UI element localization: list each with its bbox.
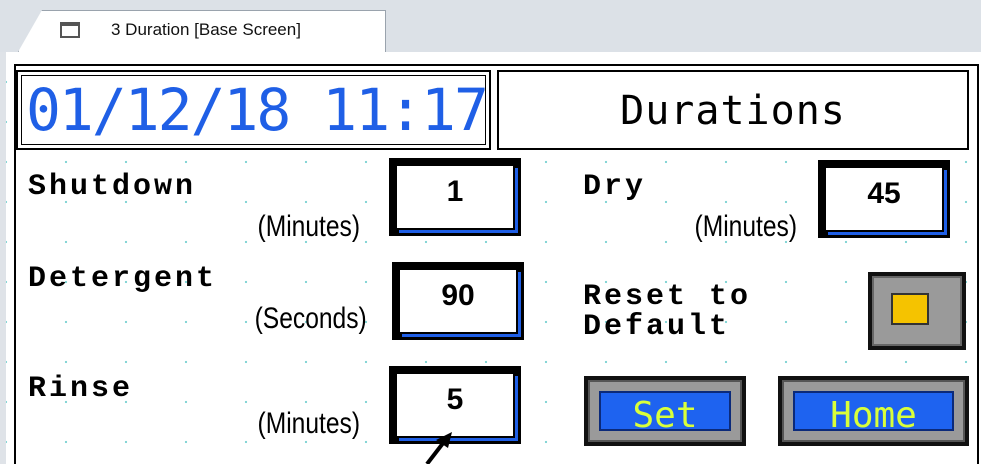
dry-value: 45 — [867, 177, 901, 210]
reset-to-default-button[interactable] — [868, 272, 966, 350]
tab-label: 3 Duration [Base Screen] — [111, 20, 301, 39]
dry-label: Dry — [583, 170, 647, 204]
dry-input[interactable]: 45 — [818, 160, 950, 238]
detergent-input[interactable]: 90 — [392, 262, 524, 340]
set-button-label: Set — [632, 395, 698, 436]
title-box: Durations — [497, 70, 969, 150]
home-button-label: Home — [830, 395, 917, 436]
datetime-text: 01/12/18 11:17 — [26, 76, 489, 144]
detergent-label: Detergent — [28, 262, 218, 296]
rinse-value: 5 — [446, 383, 464, 416]
rinse-input[interactable]: 5 — [389, 366, 521, 444]
reset-label-line1: Reset to — [583, 280, 752, 314]
rinse-label: Rinse — [28, 372, 134, 406]
shutdown-value: 1 — [446, 175, 464, 208]
detergent-value: 90 — [441, 279, 475, 312]
shutdown-label: Shutdown — [28, 170, 197, 204]
window-icon — [60, 22, 80, 38]
shutdown-unit: (Minutes) — [257, 210, 360, 243]
shutdown-input[interactable]: 1 — [389, 158, 521, 236]
set-button[interactable]: Set — [584, 376, 746, 446]
page-title: Durations — [620, 88, 846, 134]
indicator-lamp-icon — [891, 293, 929, 325]
dry-unit: (Minutes) — [694, 210, 797, 243]
rinse-unit: (Minutes) — [257, 407, 360, 440]
datetime-display: 01/12/18 11:17 — [16, 70, 491, 150]
home-button[interactable]: Home — [778, 376, 969, 446]
detergent-unit: (Seconds) — [254, 302, 367, 335]
reset-label-line2: Default — [583, 310, 731, 344]
